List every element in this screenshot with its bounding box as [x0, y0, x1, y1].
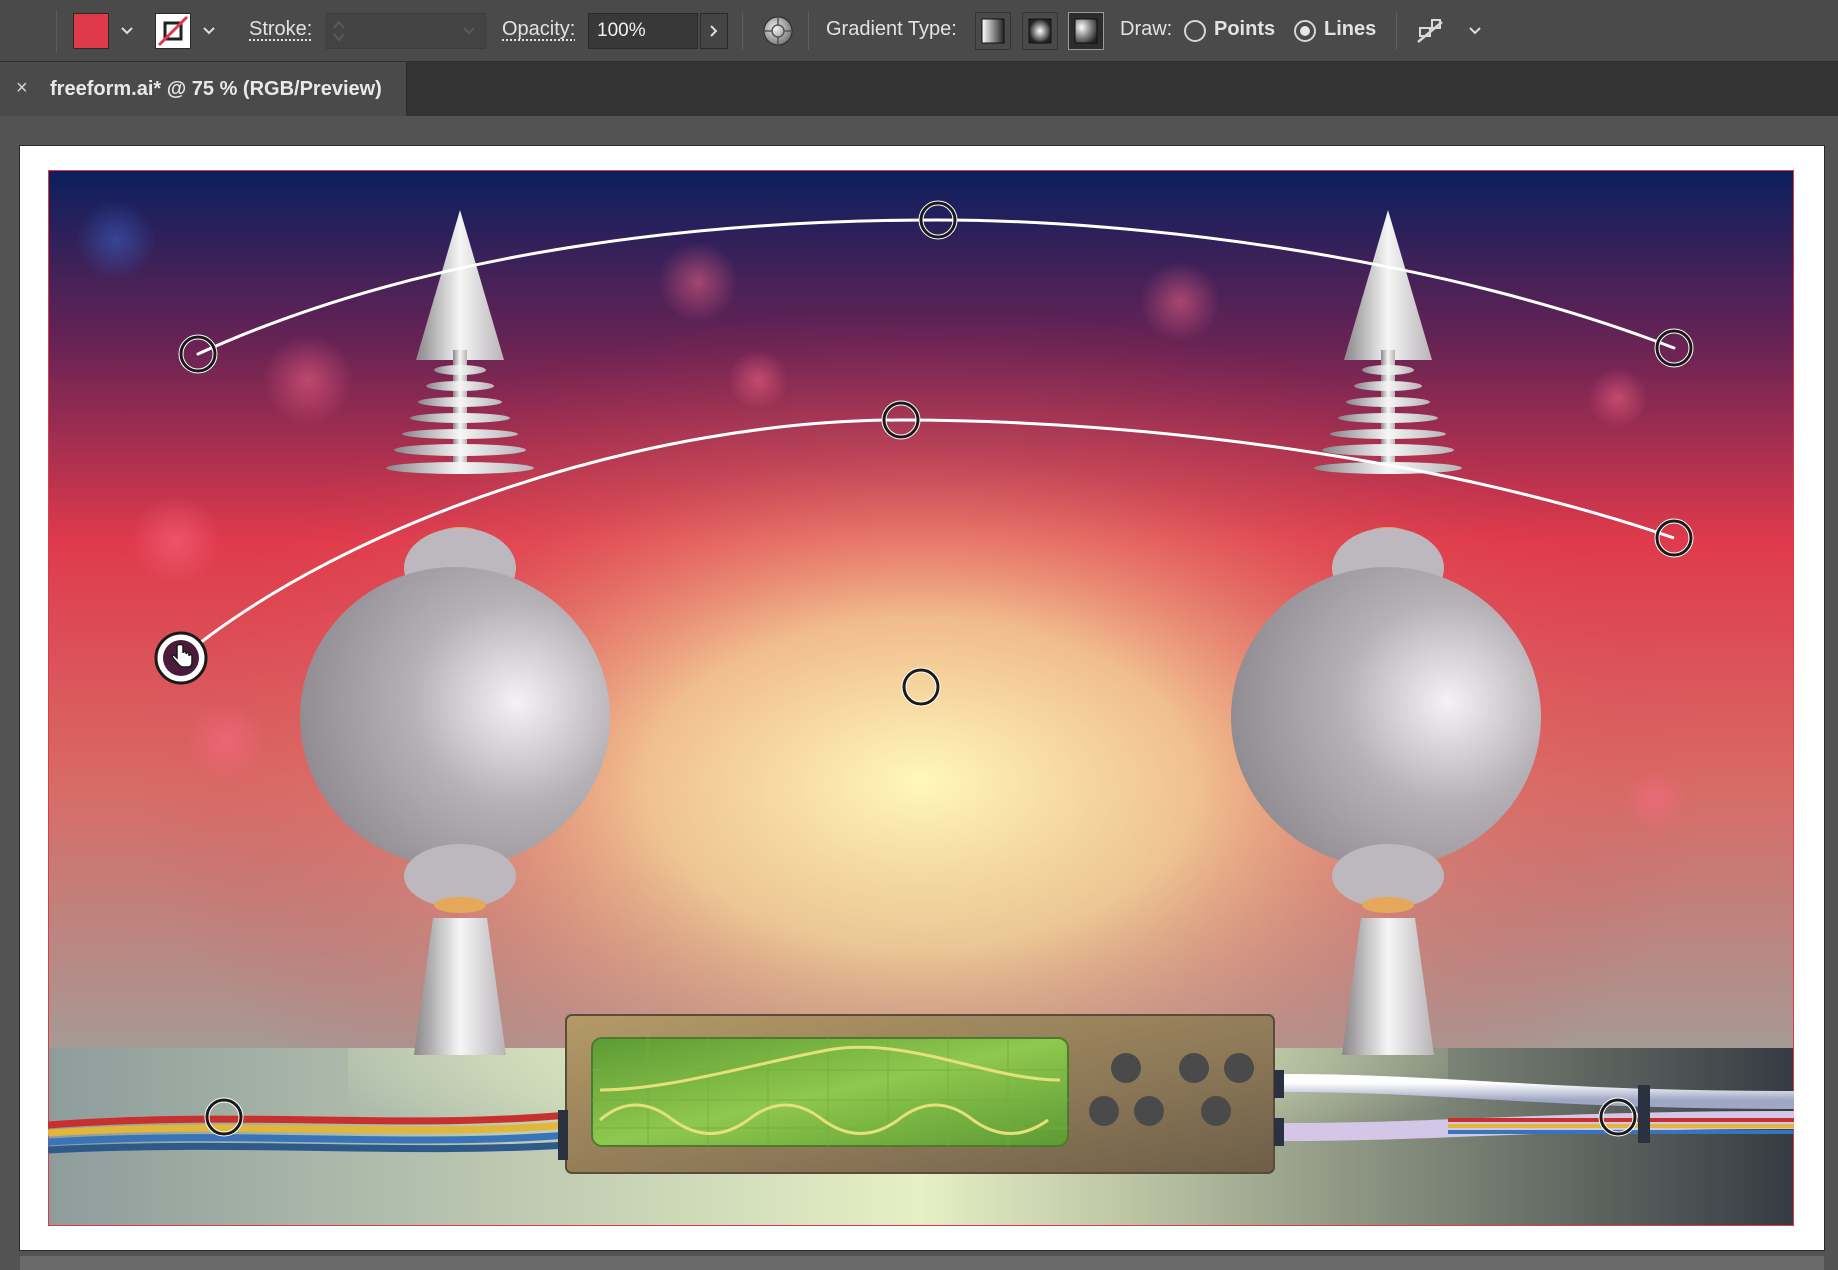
document-tab[interactable]: × freeform.ai* @ 75 % (RGB/Preview) — [0, 62, 407, 116]
recolor-globe-icon[interactable] — [762, 15, 794, 47]
stroke-dropdown-chevron-icon — [463, 27, 475, 35]
opacity-input[interactable]: 100% — [588, 13, 698, 49]
horizontal-scrollbar[interactable] — [20, 1256, 1824, 1270]
linear-gradient-button[interactable] — [975, 12, 1011, 50]
stroke-stepper-icon — [333, 20, 345, 42]
draw-points-label[interactable]: Points — [1214, 18, 1275, 41]
draw-lines-label[interactable]: Lines — [1324, 18, 1376, 41]
control-bar: Stroke: Opacity: 100% Gradient Type: Dra… — [0, 0, 1838, 62]
separator — [742, 12, 743, 50]
radial-gradient-button[interactable] — [1022, 12, 1058, 50]
oscilloscope-device — [558, 1014, 1284, 1174]
gradient-type-label: Gradient Type: — [826, 18, 957, 40]
artwork[interactable] — [48, 170, 1794, 1226]
draw-points-radio[interactable] — [1184, 20, 1206, 42]
fill-chevron-down-icon[interactable] — [114, 14, 140, 48]
draw-lines-radio[interactable] — [1294, 20, 1316, 42]
stroke-none-swatch[interactable] — [155, 13, 191, 49]
opacity-label[interactable]: Opacity: — [502, 18, 575, 41]
freeform-gradient-button[interactable] — [1068, 12, 1104, 50]
document-tab-title: freeform.ai* @ 75 % (RGB/Preview) — [50, 78, 382, 100]
draw-label: Draw: — [1120, 18, 1173, 40]
illustrator-window: Stroke: Opacity: 100% Gradient Type: Dra… — [0, 0, 1838, 1270]
panel-menu-chevron-down-icon[interactable] — [1462, 14, 1488, 48]
opacity-chevron-right-icon[interactable] — [700, 13, 728, 49]
fill-color-swatch[interactable] — [73, 13, 109, 49]
selected-gradient-point[interactable] — [154, 631, 208, 685]
separator — [1396, 12, 1397, 50]
stroke-chevron-down-icon[interactable] — [196, 14, 222, 48]
separator — [808, 12, 809, 50]
stroke-label[interactable]: Stroke: — [249, 18, 312, 41]
panel-grip[interactable] — [56, 10, 63, 52]
document-tab-bar: × freeform.ai* @ 75 % (RGB/Preview) — [0, 62, 1838, 116]
align-options-icon[interactable] — [1414, 16, 1446, 46]
close-icon[interactable]: × — [16, 77, 28, 100]
